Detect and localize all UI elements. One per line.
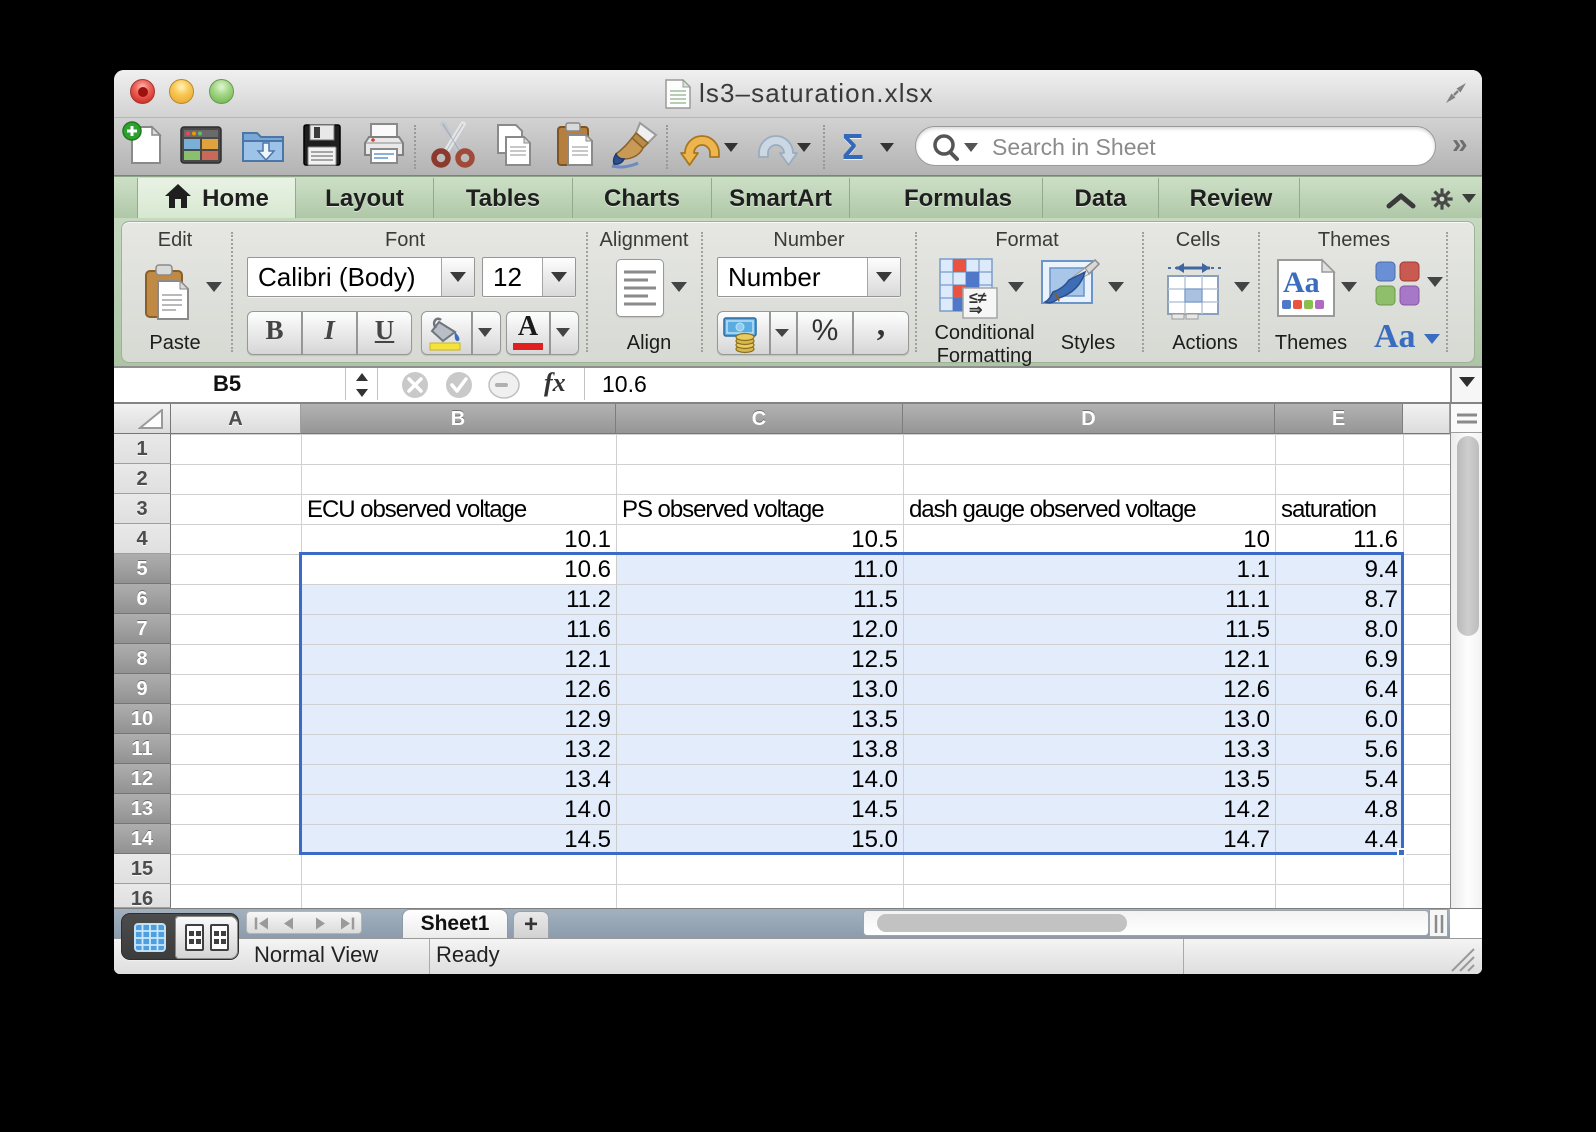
svg-text:⇒: ⇒ xyxy=(969,302,982,319)
svg-text:Aa: Aa xyxy=(1283,266,1320,299)
